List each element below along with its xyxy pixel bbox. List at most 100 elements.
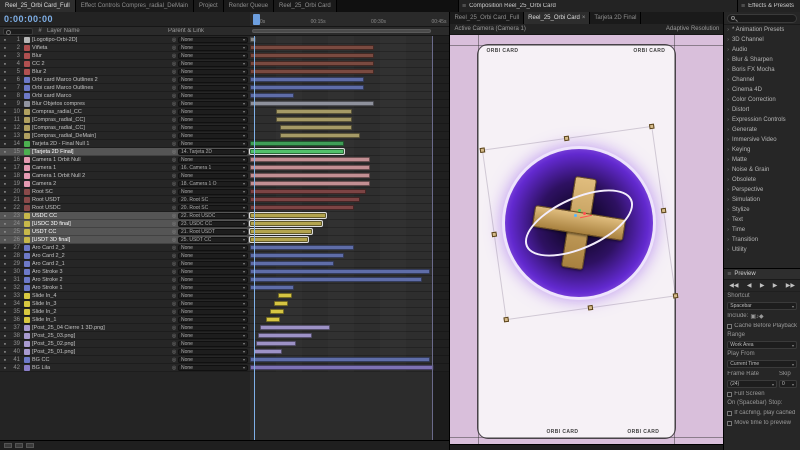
parent-dropdown[interactable]: None ▾ xyxy=(178,93,248,99)
eye-icon[interactable]: ● xyxy=(0,340,10,347)
layer-duration-bar[interactable] xyxy=(250,189,366,194)
layer-duration-bar[interactable] xyxy=(250,365,434,370)
layer-duration-bar[interactable] xyxy=(277,293,292,298)
eye-icon[interactable]: ● xyxy=(0,292,10,299)
pickwhip-icon[interactable]: ◎ xyxy=(170,140,178,147)
label-color-chip[interactable] xyxy=(24,117,30,123)
label-color-chip[interactable] xyxy=(24,197,30,203)
last-frame-button[interactable]: ▶▶ xyxy=(786,282,795,289)
pickwhip-icon[interactable]: ◎ xyxy=(170,252,178,259)
pickwhip-icon[interactable]: ◎ xyxy=(170,316,178,323)
eye-icon[interactable]: ● xyxy=(0,116,10,123)
parent-dropdown[interactable]: None ▾ xyxy=(178,53,248,59)
layer-name[interactable]: Blur Objetos compres xyxy=(32,100,170,107)
eye-icon[interactable]: ● xyxy=(0,308,10,315)
pickwhip-icon[interactable]: ◎ xyxy=(170,300,178,307)
layer-row[interactable]: ● 23 USDC CC ◎ 22. Root USDC ▾ xyxy=(0,212,450,220)
layer-duration-bar[interactable] xyxy=(250,149,344,154)
eye-icon[interactable]: ● xyxy=(0,356,10,363)
parent-dropdown[interactable]: 14. Tarjeta 2D ▾ xyxy=(178,149,248,155)
layer-duration-bar[interactable] xyxy=(265,317,280,322)
parent-dropdown[interactable]: None ▾ xyxy=(178,357,248,363)
layer-duration-bar[interactable] xyxy=(250,45,374,50)
layer-row[interactable]: ● 9 Blur Objetos compres ◎ None ▾ xyxy=(0,100,450,108)
layer-name[interactable]: BG Lila xyxy=(32,364,170,371)
parent-dropdown[interactable]: None ▾ xyxy=(178,301,248,307)
pickwhip-icon[interactable]: ◎ xyxy=(170,308,178,315)
pickwhip-icon[interactable]: ◎ xyxy=(170,220,178,227)
layer-duration-bar[interactable] xyxy=(269,309,284,314)
layer-duration-bar[interactable] xyxy=(250,357,430,362)
layer-name[interactable]: Aro Stroke 3 xyxy=(32,268,170,275)
layer-duration-bar[interactable] xyxy=(250,285,294,290)
label-color-chip[interactable] xyxy=(24,85,30,91)
effects-category[interactable]: › Audio xyxy=(724,45,800,55)
layer-name[interactable]: Camera 1 Orbit Null xyxy=(32,156,170,163)
layer-duration-bar[interactable] xyxy=(250,173,370,178)
layer-row[interactable]: ● 25 USDT CC ◎ 21. Root USDT ▾ xyxy=(0,228,450,236)
parent-dropdown[interactable]: None ▾ xyxy=(178,269,248,275)
eye-icon[interactable]: ● xyxy=(0,84,10,91)
pickwhip-icon[interactable]: ◎ xyxy=(170,68,178,75)
layer-row[interactable]: ● 28 Aro Card 2_2 ◎ None ▾ xyxy=(0,252,450,260)
eye-icon[interactable]: ● xyxy=(0,36,10,43)
eye-icon[interactable]: ● xyxy=(0,188,10,195)
layer-name[interactable]: [Compras_radial_CC] xyxy=(32,124,170,131)
eye-icon[interactable]: ● xyxy=(0,124,10,131)
eye-icon[interactable]: ● xyxy=(0,172,10,179)
panel-menu-icon[interactable]: ≡ xyxy=(727,271,731,278)
panel-menu-icon[interactable]: ≡ xyxy=(741,3,745,10)
layer-row[interactable]: ● 36 Slide In_1 ◎ None ▾ xyxy=(0,316,450,324)
play-from-dropdown[interactable]: Current Time ▾ xyxy=(727,360,797,368)
label-color-chip[interactable] xyxy=(24,93,30,99)
effects-category[interactable]: › Obsolete xyxy=(724,175,800,185)
layer-duration-bar[interactable] xyxy=(250,253,344,258)
parent-dropdown[interactable]: None ▾ xyxy=(178,37,248,43)
pickwhip-icon[interactable]: ◎ xyxy=(170,356,178,363)
parent-dropdown[interactable]: None ▾ xyxy=(178,349,248,355)
parent-dropdown[interactable]: 23. USDC CC ▾ xyxy=(178,221,248,227)
eye-icon[interactable]: ● xyxy=(0,100,10,107)
effects-category[interactable]: › Distort xyxy=(724,105,800,115)
parent-dropdown[interactable]: None ▾ xyxy=(178,141,248,147)
layer-row[interactable]: ● 7 Orbi card Marco Outlines ◎ None ▾ xyxy=(0,84,450,92)
label-color-chip[interactable] xyxy=(24,37,30,43)
eye-icon[interactable]: ● xyxy=(0,220,10,227)
layer-row[interactable]: ● 42 BG Lila ◎ None ▾ xyxy=(0,364,450,372)
label-color-chip[interactable] xyxy=(24,357,30,363)
layer-duration-bar[interactable] xyxy=(255,341,296,346)
label-color-chip[interactable] xyxy=(24,61,30,67)
frame-rate-dropdown[interactable]: (24) ▾ xyxy=(727,380,777,388)
full-screen-checkbox[interactable] xyxy=(727,391,733,397)
eye-icon[interactable]: ● xyxy=(0,324,10,331)
layer-duration-bar[interactable] xyxy=(250,269,430,274)
pickwhip-icon[interactable]: ◎ xyxy=(170,260,178,267)
pickwhip-icon[interactable]: ◎ xyxy=(170,76,178,83)
pickwhip-icon[interactable]: ◎ xyxy=(170,52,178,59)
effects-category[interactable]: › Generate xyxy=(724,125,800,135)
pickwhip-icon[interactable]: ◎ xyxy=(170,36,178,43)
label-color-chip[interactable] xyxy=(24,333,30,339)
layer-name[interactable]: Camera 1 Orbit Null 2 xyxy=(32,172,170,179)
layer-row[interactable]: ● 30 Aro Stroke 3 ◎ None ▾ xyxy=(0,268,450,276)
pickwhip-icon[interactable]: ◎ xyxy=(170,236,178,243)
current-time-indicator-head[interactable] xyxy=(253,14,260,25)
layer-row[interactable]: ● 22 Root USDC ◎ 20. Root SC ▾ xyxy=(0,204,450,212)
layer-name[interactable]: [USDC 3D final] xyxy=(32,220,170,227)
layer-name[interactable]: Aro Card 2_2 xyxy=(32,252,170,259)
time-ruler[interactable]: 0:00s00:15s00:30s00:45s xyxy=(250,12,450,26)
layer-duration-bar[interactable] xyxy=(250,93,294,98)
layer-name[interactable]: [USDT 3D final] xyxy=(32,236,170,243)
range-dropdown[interactable]: Work Area ▾ xyxy=(727,341,797,349)
layer-name[interactable]: Aro Stroke 2 xyxy=(32,276,170,283)
layer-row[interactable]: ● 24 [USDC 3D final] ◎ 23. USDC CC ▾ xyxy=(0,220,450,228)
parent-dropdown[interactable]: None ▾ xyxy=(178,317,248,323)
eye-icon[interactable]: ● xyxy=(0,132,10,139)
effects-category[interactable]: › 3D Channel xyxy=(724,35,800,45)
layer-name[interactable]: [Post_25_04 Cierre 1 3D.png] xyxy=(32,324,170,331)
label-color-chip[interactable] xyxy=(24,301,30,307)
selection-handle[interactable] xyxy=(480,147,486,154)
effects-category[interactable]: › Utility xyxy=(724,245,800,255)
eye-icon[interactable]: ● xyxy=(0,196,10,203)
parent-dropdown[interactable]: None ▾ xyxy=(178,125,248,131)
